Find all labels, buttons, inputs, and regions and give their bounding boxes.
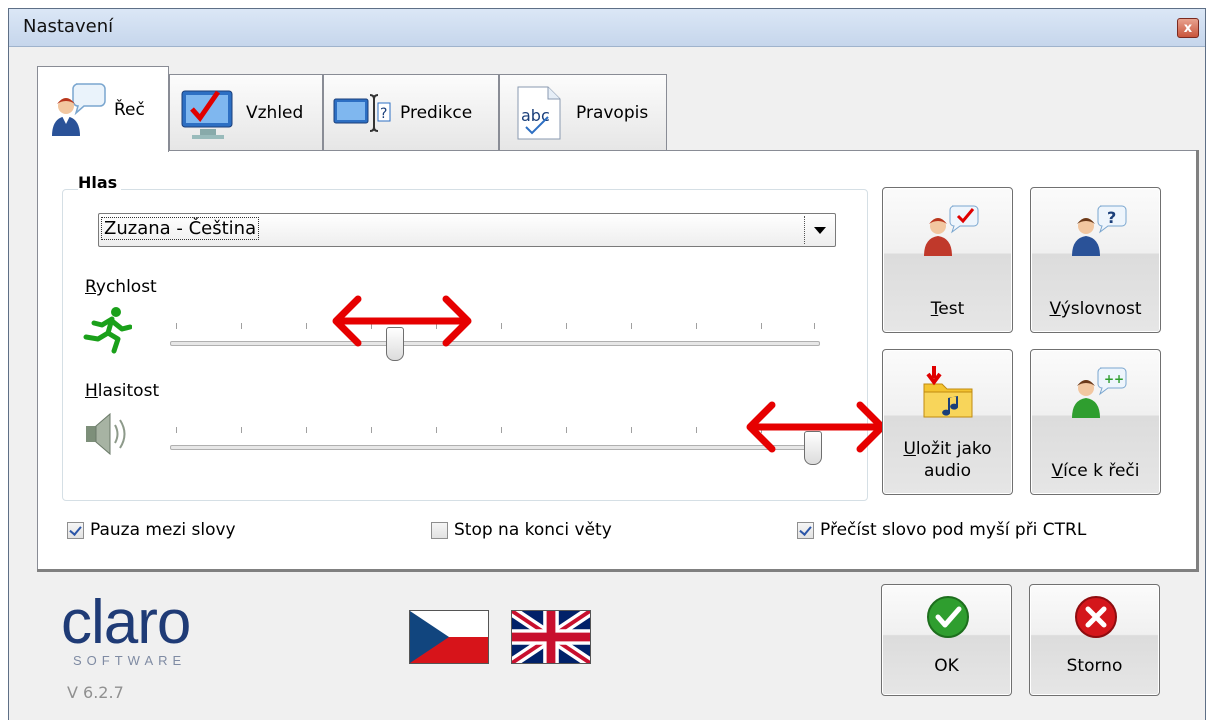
select-separator [804, 216, 805, 244]
double-arrow-icon [746, 401, 886, 453]
speaker-icon [86, 412, 126, 456]
checkbox-unchecked-icon[interactable] [431, 521, 448, 539]
spelling-abc-icon: abc [517, 86, 561, 139]
tab-appearance[interactable]: Vzhled [169, 74, 323, 150]
person-check-icon [924, 205, 979, 256]
more-speech-button[interactable]: ++ Více k řeči [1030, 349, 1161, 495]
volume-tick [631, 427, 632, 433]
pause-between-words-checkbox[interactable]: Pauza mezi slovy [67, 520, 236, 540]
claro-logo: claro SOFTWARE [61, 588, 191, 669]
stop-at-sentence-end-checkbox[interactable]: Stop na konci věty [431, 520, 612, 540]
volume-tick [566, 427, 567, 433]
pronunciation-button-label: Výslovnost [1049, 299, 1142, 319]
volume-label: Hlasitost [85, 381, 160, 401]
uk-flag-icon[interactable] [511, 610, 591, 664]
test-button[interactable]: Test [882, 187, 1013, 333]
czech-flag-icon[interactable] [409, 610, 489, 664]
stop-at-sentence-end-label: Stop na konci věty [454, 520, 612, 540]
save-audio-button-label: Uložit jako audio [903, 439, 992, 481]
volume-tick [306, 427, 307, 433]
logo-text: claro [61, 588, 191, 657]
dialog-body: Řeč Vzhled ? Predikce abc Pravopis Hlas … [9, 48, 1205, 720]
version-label: V 6.2.7 [67, 683, 124, 702]
person-question-icon: ? [1072, 205, 1127, 256]
cancel-button-label: Storno [1066, 656, 1123, 676]
voice-select-value: Zuzana - Čeština [100, 217, 260, 240]
ok-button[interactable]: OK [881, 584, 1012, 696]
volume-tick [371, 427, 372, 433]
volume-tick [436, 427, 437, 433]
prediction-icon: ? [333, 93, 391, 132]
speed-slider-track[interactable] [170, 323, 820, 346]
voice-group-title: Hlas [78, 173, 122, 192]
volume-tick [501, 427, 502, 433]
speech-panel: Hlas Zuzana - Čeština Rychlost Hlasitost… [37, 150, 1197, 570]
cancel-button[interactable]: Storno [1029, 584, 1160, 696]
close-button[interactable]: x [1177, 18, 1199, 38]
tab-spelling-label: Pravopis [576, 102, 649, 123]
volume-tick [696, 427, 697, 433]
tab-appearance-label: Vzhled [246, 102, 304, 123]
person-plus-icon: ++ [1072, 367, 1127, 418]
monitor-check-icon [181, 90, 233, 139]
more-speech-button-label: Více k řeči [1051, 461, 1140, 481]
save-audio-button[interactable]: Uložit jako audio [882, 349, 1013, 495]
folder-music-icon [923, 366, 973, 418]
read-word-under-mouse-checkbox[interactable]: Přečíst slovo pod myší při CTRL [797, 520, 1086, 540]
speed-tick [696, 323, 697, 329]
speed-label: Rychlost [85, 277, 157, 297]
checkbox-checked-icon[interactable] [67, 521, 84, 539]
speed-tick [631, 323, 632, 329]
panel-shadow-right [1196, 150, 1199, 572]
tab-speech[interactable]: Řeč [37, 66, 169, 152]
speed-tick [176, 323, 177, 329]
cancel-x-icon [1075, 596, 1117, 638]
volume-tick [241, 427, 242, 433]
voice-select[interactable]: Zuzana - Čeština [98, 213, 836, 247]
checkbox-checked-icon[interactable] [797, 521, 814, 539]
double-arrow-icon [332, 295, 472, 347]
tab-speech-label: Řeč [114, 99, 145, 120]
pause-between-words-label: Pauza mezi slovy [90, 520, 236, 540]
test-button-label: Test [930, 299, 965, 319]
close-icon: x [1183, 20, 1193, 36]
speaker-person-icon [52, 82, 106, 136]
panel-shadow-bottom [37, 569, 1199, 572]
ok-button-label: OK [934, 656, 959, 676]
svg-text:++: ++ [1104, 372, 1124, 386]
svg-text:?: ? [380, 106, 387, 122]
svg-text:abc: abc [521, 106, 550, 125]
speed-tick [241, 323, 242, 329]
speed-tick [761, 323, 762, 329]
running-man-icon [83, 307, 132, 354]
speed-tick [501, 323, 502, 329]
checkmark-icon [927, 596, 969, 638]
tab-prediction[interactable]: ? Predikce [323, 74, 499, 150]
svg-text:?: ? [1107, 208, 1116, 227]
tab-prediction-label: Predikce [400, 102, 473, 123]
speed-tick [306, 323, 307, 329]
window-title: Nastavení [23, 16, 114, 37]
pronunciation-button[interactable]: ? Výslovnost [1030, 187, 1161, 333]
read-word-under-mouse-label: Přečíst slovo pod myší při CTRL [820, 520, 1087, 540]
volume-tick [176, 427, 177, 433]
speed-tick [814, 323, 815, 329]
title-bar: Nastavení x [9, 9, 1205, 47]
chevron-down-icon[interactable] [814, 227, 826, 234]
speed-tick [566, 323, 567, 329]
tab-spelling[interactable]: abc Pravopis [499, 74, 667, 150]
logo-subtext: SOFTWARE [73, 653, 187, 668]
settings-window: Nastavení x Řeč Vzhled ? Predikce abc Pr… [8, 8, 1206, 720]
volume-slider-track[interactable] [170, 427, 820, 450]
